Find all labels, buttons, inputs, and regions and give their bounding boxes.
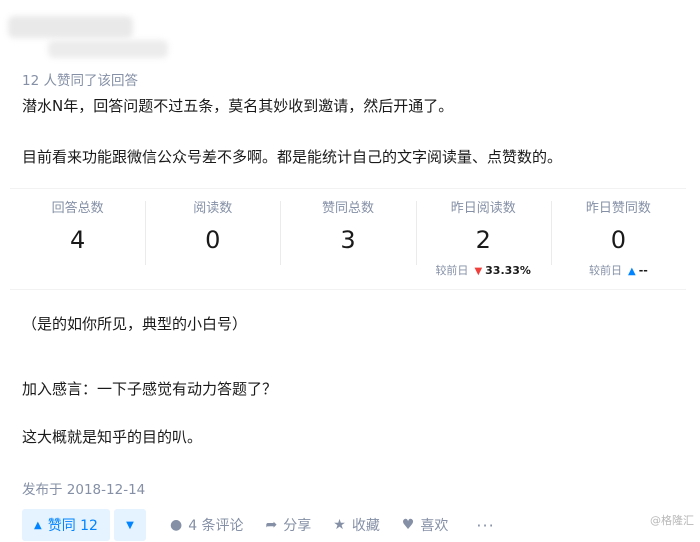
stat-yesterday-upvotes: 昨日赞同数 0 较前日 ▲ -- [550, 189, 686, 289]
creator-stats-panel: 回答总数 4 阅读数 0 赞同总数 3 昨日阅读数 2 较前日 ▼ 33.33% 昨… [10, 188, 686, 290]
answer-paragraph: 潜水N年，回答问题不过五条，莫名其妙收到邀请，然后开通了。 [22, 97, 454, 115]
triangle-down-icon: ▼ [126, 519, 134, 531]
more-button[interactable]: ··· [476, 516, 494, 535]
share-label: 分享 [283, 518, 312, 534]
stat-label: 回答总数 [51, 201, 104, 216]
compare-value: -- [638, 264, 648, 277]
arrow-down-icon: ▼ [474, 266, 483, 277]
collect-label: 收藏 [351, 518, 380, 534]
stat-read-count: 阅读数 0 [145, 189, 280, 289]
stat-label: 昨日赞同数 [585, 201, 651, 216]
comments-label: 4 条评论 [188, 518, 244, 534]
blurred-author-name [8, 16, 133, 38]
like-button[interactable]: ♥ 喜欢 [402, 515, 449, 535]
stat-value: 2 [475, 226, 491, 254]
blurred-author-info [8, 10, 168, 62]
compare-label: 较前日 [435, 264, 469, 277]
compare-label: 较前日 [588, 264, 622, 277]
publish-date: 发布于 2018-12-14 [22, 482, 146, 498]
answer-paragraph: 目前看来功能跟微信公众号差不多啊。都是能统计自己的文字阅读量、点赞数的。 [22, 148, 563, 166]
stat-label: 赞同总数 [322, 201, 375, 216]
stat-label: 昨日阅读数 [450, 201, 516, 216]
upvote-button[interactable]: ▲ 赞同 12 [22, 509, 110, 541]
upvote-label: 赞同 12 [47, 518, 98, 534]
star-icon: ★ [333, 517, 346, 533]
watermark: @格隆汇 [650, 514, 694, 527]
stat-yesterday-reads: 昨日阅读数 2 较前日 ▼ 33.33% [415, 189, 551, 289]
blurred-author-bio [48, 40, 168, 58]
triangle-up-icon: ▲ [34, 519, 42, 531]
stat-label: 阅读数 [193, 201, 233, 216]
share-button[interactable]: ➦ 分享 [266, 515, 312, 535]
compare-value: 33.33% [485, 264, 531, 277]
stat-upvote-total: 赞同总数 3 [280, 189, 415, 289]
answer-paragraph: 这大概就是知乎的目的叭。 [22, 428, 203, 446]
stat-value: 0 [610, 226, 627, 254]
stat-value: 0 [205, 226, 221, 254]
collect-button[interactable]: ★ 收藏 [333, 515, 380, 535]
stat-value: 3 [340, 226, 356, 254]
arrow-up-icon: ▲ [627, 266, 636, 277]
heart-icon: ♥ [401, 517, 415, 533]
stat-compare: 较前日 ▲ -- [551, 262, 686, 278]
answer-paragraph: 加入感言：一下子感觉有动力答题了？ [22, 380, 278, 398]
comments-button[interactable]: ● 4 条评论 [170, 515, 244, 535]
stat-value: 4 [69, 226, 86, 254]
downvote-button[interactable]: ▼ [113, 509, 146, 541]
stat-answer-total: 回答总数 4 [10, 189, 145, 289]
answer-paragraph: （是的如你所见，典型的小白号） [22, 315, 248, 333]
like-label: 喜欢 [420, 518, 449, 534]
answer-action-bar: ▲ 赞同 12 ▼ ● 4 条评论 ➦ 分享 ★ 收藏 ♥ 喜欢 ··· [22, 508, 495, 542]
stat-compare: 较前日 ▼ 33.33% [416, 262, 551, 278]
share-icon: ➦ [265, 517, 278, 533]
endorsement-count: 12 人赞同了该回答 [22, 73, 138, 89]
comment-icon: ● [169, 517, 183, 533]
